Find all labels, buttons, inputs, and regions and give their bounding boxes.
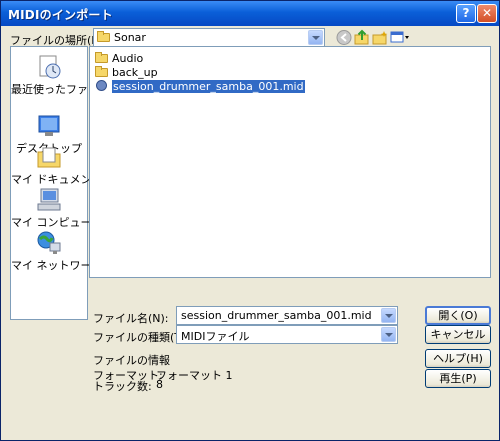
filename-value: session_drummer_samba_001.mid <box>181 309 372 322</box>
tracks-label: トラック数: <box>93 380 152 393</box>
filetype-value: MIDIファイル <box>181 330 250 343</box>
format-value: フォーマット 1 <box>156 369 233 382</box>
new-folder-button[interactable] <box>371 29 389 46</box>
list-item-label: Audio <box>112 52 144 65</box>
up-folder-icon <box>354 29 369 45</box>
up-folder-button[interactable] <box>353 29 371 46</box>
place-label-my-documents: マイ ドキュメント <box>11 173 103 186</box>
cancel-button[interactable]: キャンセル <box>425 325 491 344</box>
folder-icon <box>95 52 109 64</box>
my-documents-icon <box>37 147 61 168</box>
place-recent[interactable]: 最近使ったファイル <box>11 54 110 98</box>
help-button[interactable]: ヘルプ(H) <box>425 349 491 368</box>
place-label-my-network: マイ ネットワーク <box>11 259 103 272</box>
place-my-computer[interactable]: マイ コンピュータ <box>11 187 103 231</box>
my-network-icon <box>37 231 61 254</box>
list-item-label: session_drummer_samba_001.mid <box>112 80 305 93</box>
folder-icon <box>97 31 111 42</box>
help-title-button[interactable]: ? <box>456 4 476 23</box>
back-arrow-icon <box>336 30 352 45</box>
list-item-midi-file[interactable]: session_drummer_samba_001.mid <box>95 80 305 93</box>
new-folder-icon <box>372 31 388 45</box>
window-title: MIDIのインポート <box>8 8 113 22</box>
location-value: Sonar <box>114 31 146 44</box>
view-menu-icon <box>390 31 409 43</box>
file-info-heading: ファイルの情報 <box>93 354 170 367</box>
my-computer-icon <box>37 188 61 211</box>
places-bar: 最近使ったファイル デスクトップ マイ ドキュメント マイ コンピュータ マイ … <box>10 46 110 320</box>
chevron-down-icon[interactable] <box>381 327 396 342</box>
close-button[interactable]: ✕ <box>477 4 497 23</box>
place-label-recent: 最近使ったファイル <box>11 83 110 96</box>
place-label-my-computer: マイ コンピュータ <box>11 216 103 229</box>
title-bar[interactable]: MIDIのインポート ? ✕ <box>1 1 499 26</box>
filetype-label: ファイルの種類(T): <box>93 331 190 344</box>
filename-input[interactable]: session_drummer_samba_001.mid <box>176 306 398 325</box>
recent-documents-icon <box>39 55 61 79</box>
file-list[interactable]: Audio back_up session_drummer_samba_001.… <box>89 46 491 278</box>
folder-icon <box>95 66 109 78</box>
desktop-icon <box>38 115 60 136</box>
list-item-folder[interactable]: back_up <box>95 66 158 79</box>
chevron-down-icon[interactable] <box>308 30 323 45</box>
play-button[interactable]: 再生(P) <box>425 369 491 388</box>
back-button[interactable] <box>335 29 353 46</box>
place-my-documents[interactable]: マイ ドキュメント <box>11 144 103 188</box>
list-item-label: back_up <box>112 66 158 79</box>
tracks-value: 8 <box>156 378 163 391</box>
midi-import-dialog: MIDIのインポート ? ✕ ファイルの場所(I): Sonar 最近使ったファ… <box>0 0 500 441</box>
chevron-down-icon[interactable] <box>381 308 396 323</box>
place-my-network[interactable]: マイ ネットワーク <box>11 230 103 274</box>
filetype-select[interactable]: MIDIファイル <box>176 325 398 344</box>
filename-label: ファイル名(N): <box>93 312 169 325</box>
location-select[interactable]: Sonar <box>93 28 325 47</box>
list-item-folder[interactable]: Audio <box>95 52 143 65</box>
open-button[interactable]: 開く(O) <box>425 306 491 325</box>
location-value-wrap: Sonar <box>97 31 146 44</box>
view-menu-button[interactable] <box>389 29 411 46</box>
midi-file-icon <box>95 80 109 92</box>
